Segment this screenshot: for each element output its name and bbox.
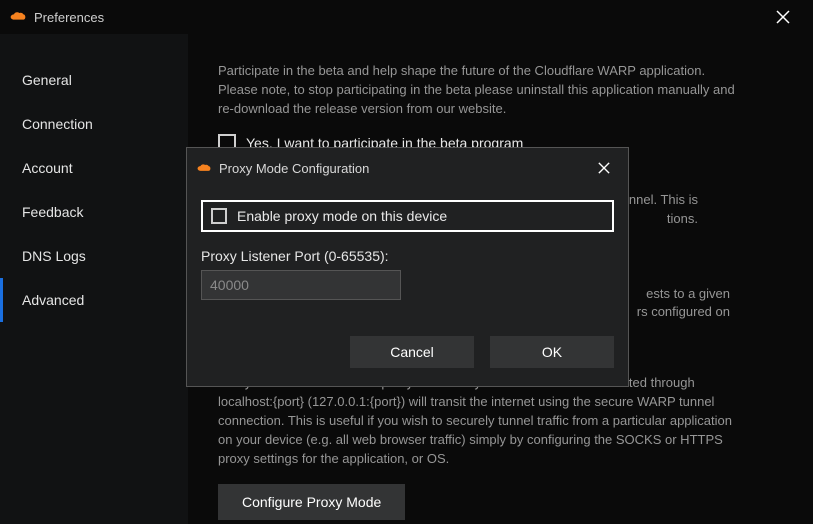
- sidebar-item-advanced[interactable]: Advanced: [0, 278, 188, 322]
- dialog-titlebar: Proxy Mode Configuration: [187, 148, 628, 188]
- ok-button[interactable]: OK: [490, 336, 614, 368]
- enable-proxy-label: Enable proxy mode on this device: [237, 208, 447, 224]
- close-icon: [776, 10, 790, 24]
- proxy-mode-dialog: Proxy Mode Configuration Enable proxy mo…: [186, 147, 629, 387]
- sidebar-item-dns-logs[interactable]: DNS Logs: [0, 234, 188, 278]
- sidebar-item-account[interactable]: Account: [0, 146, 188, 190]
- checkbox-icon: [211, 208, 227, 224]
- beta-description: Participate in the beta and help shape t…: [218, 62, 738, 119]
- sidebar-item-feedback[interactable]: Feedback: [0, 190, 188, 234]
- sidebar-item-label: Feedback: [22, 204, 83, 220]
- window-close-button[interactable]: [763, 3, 803, 31]
- dialog-title: Proxy Mode Configuration: [219, 161, 590, 176]
- configure-proxy-button[interactable]: Configure Proxy Mode: [218, 484, 405, 520]
- cancel-button[interactable]: Cancel: [350, 336, 474, 368]
- proxy-description: Proxy mode enables a local proxy server …: [218, 374, 738, 468]
- window-title: Preferences: [34, 10, 763, 25]
- sidebar-item-label: Connection: [22, 116, 93, 132]
- enable-proxy-checkbox[interactable]: Enable proxy mode on this device: [201, 200, 614, 232]
- cloudflare-icon: [10, 11, 26, 23]
- sidebar-item-connection[interactable]: Connection: [0, 102, 188, 146]
- sidebar-item-label: Advanced: [22, 292, 84, 308]
- cloudflare-icon: [197, 163, 211, 174]
- titlebar: Preferences: [0, 0, 813, 34]
- proxy-port-label: Proxy Listener Port (0-65535):: [201, 248, 614, 264]
- close-icon: [598, 162, 610, 174]
- sidebar-item-label: General: [22, 72, 72, 88]
- sidebar-item-label: Account: [22, 160, 73, 176]
- proxy-port-input[interactable]: [201, 270, 401, 300]
- sidebar: General Connection Account Feedback DNS …: [0, 34, 188, 524]
- sidebar-item-label: DNS Logs: [22, 248, 86, 264]
- sidebar-item-general[interactable]: General: [0, 58, 188, 102]
- dialog-close-button[interactable]: [590, 156, 618, 180]
